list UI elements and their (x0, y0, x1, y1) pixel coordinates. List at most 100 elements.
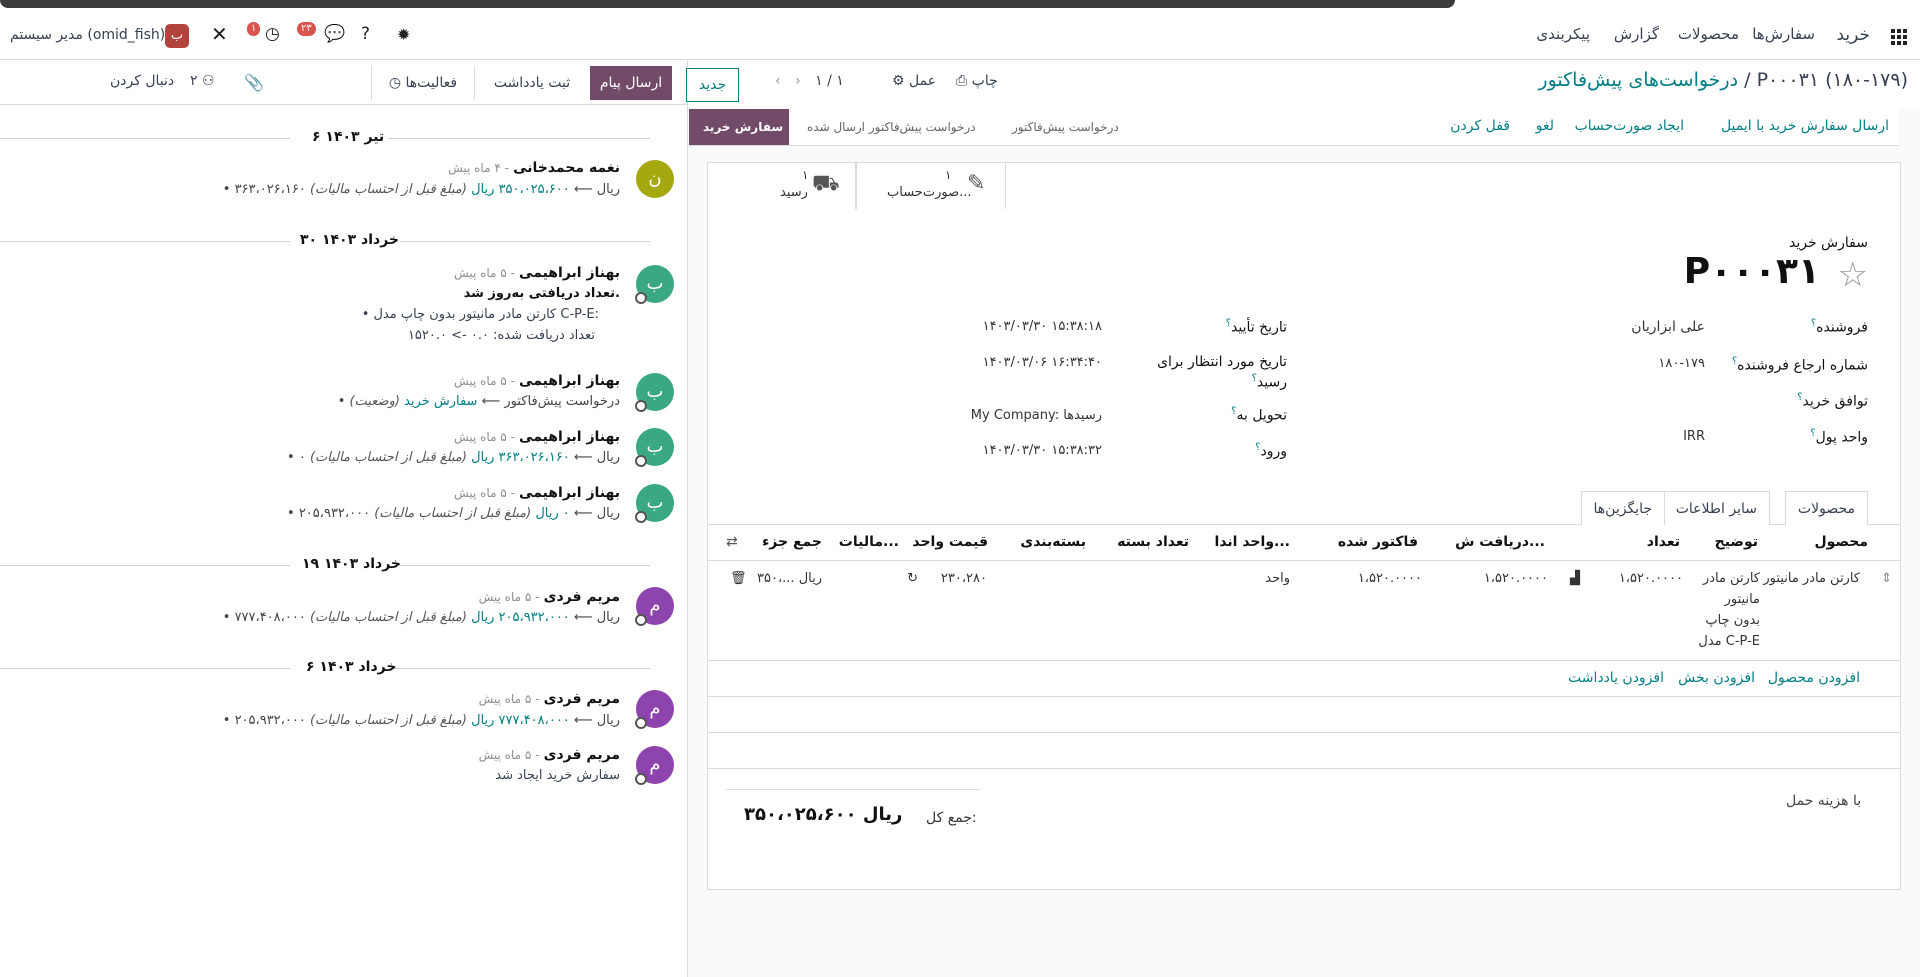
terms-text[interactable]: با هزینه حمل (1786, 793, 1861, 809)
col-taxes[interactable]: مالیات... (839, 534, 899, 550)
stage-purchase-order[interactable]: سفارش خرید (689, 109, 789, 145)
send-message-button[interactable]: ارسال پیام (590, 66, 672, 100)
author-name[interactable]: مریم فردی (544, 691, 620, 707)
line-uom[interactable]: واحد (1265, 571, 1290, 586)
menu-configuration[interactable]: پیکربندی (1536, 25, 1590, 43)
apps-menu-icon[interactable] (1891, 29, 1907, 45)
col-packaging-qty[interactable]: تعداد بسته (1117, 534, 1189, 550)
author-avatar[interactable]: ب (635, 428, 674, 467)
tools-icon[interactable]: ✕ (211, 22, 228, 46)
author-avatar[interactable]: م (635, 746, 674, 785)
confirm-date-value[interactable]: ۱۴۰۳/۰۳/۳۰ ۱۵:۳۸:۱۸ (983, 319, 1102, 334)
author-name[interactable]: بهناز ابراهیمی (519, 429, 620, 445)
print-button[interactable]: ⎙ چاپ (956, 73, 998, 89)
menu-reporting[interactable]: گزارش (1614, 25, 1659, 43)
message-bullet: • کارتن مادر مانیتور بدون چاپ مدل C-P-E: (361, 307, 599, 322)
expected-date-value[interactable]: ۱۴۰۳/۰۳/۰۶ ۱۶:۳۴:۴۰ (983, 355, 1102, 370)
author-avatar[interactable]: ب (635, 484, 674, 523)
message-time: - ۵ ماه پیش (454, 486, 515, 500)
author-name[interactable]: مریم فردی (544, 589, 620, 605)
optional-columns-icon[interactable]: ⇄ (726, 534, 738, 550)
menu-products[interactable]: محصولات (1678, 25, 1739, 43)
lock-button[interactable]: قفل کردن (1450, 118, 1510, 134)
clock-icon[interactable]: ◷ (265, 24, 280, 44)
author-avatar[interactable]: م (635, 587, 674, 626)
author-name[interactable]: نغمه محمدخانی (513, 160, 620, 176)
arrival-value[interactable]: ۱۴۰۳/۰۳/۳۰ ۱۵:۳۸:۳۲ (983, 443, 1102, 458)
new-button[interactable]: جدید (686, 68, 739, 102)
col-uom[interactable]: واحد اندا... (1215, 534, 1290, 550)
po-name: P۰۰۰۳۱ (1683, 251, 1820, 292)
help-icon[interactable]: ? (361, 24, 370, 44)
line-description-1[interactable]: کارتن مادر (1703, 571, 1760, 586)
vendor-ref-value[interactable]: ۱۸۰-۱۷۹ (1658, 356, 1705, 371)
add-note-link[interactable]: افزودن یادداشت (1568, 670, 1664, 686)
reset-icon[interactable]: ↻ (907, 571, 918, 586)
col-unit-price[interactable]: قیمت واحد (912, 534, 988, 550)
line-description-4[interactable]: مدل C-P-E (1698, 634, 1760, 649)
col-quantity[interactable]: تعداد (1647, 534, 1680, 550)
drag-handle-icon[interactable]: ⇕ (1881, 571, 1892, 586)
deliver-to-value[interactable]: My Company: رسیدها (971, 408, 1102, 423)
user-avatar[interactable]: ب (165, 24, 189, 48)
currency-value[interactable]: IRR (1683, 429, 1705, 444)
line-description-3[interactable]: بدون چاپ (1705, 613, 1760, 628)
chevron-left-icon[interactable]: ‹ (775, 73, 781, 89)
col-product[interactable]: محصول (1815, 534, 1868, 550)
receipts-smart-button[interactable]: ⛟ ۱ رسید (708, 163, 856, 209)
action-button[interactable]: ⚙ عمل (892, 73, 936, 89)
person-icon: ⚇ (201, 73, 215, 89)
add-section-link[interactable]: افزودن بخش (1678, 670, 1755, 686)
pager-value[interactable]: ۱ / ۱ (815, 73, 844, 89)
activities-badge: ۱ (247, 22, 261, 36)
col-packaging[interactable]: بسته‌بندی (1020, 534, 1086, 550)
user-name[interactable]: مدیر سیستم (omid_fish) (10, 27, 165, 43)
line-received[interactable]: ۱،۵۲۰.۰۰۰۰ (1484, 571, 1548, 586)
col-received[interactable]: دریافت ش... (1455, 534, 1545, 550)
line-quantity[interactable]: ۱،۵۲۰.۰۰۰۰ (1619, 571, 1683, 586)
bug-icon[interactable]: ✹ (397, 25, 410, 44)
breadcrumb-parent[interactable]: درخواست‌های پیش‌فاکتور (1538, 69, 1738, 91)
activities-button[interactable]: ◷ فعالیت‌ها (371, 66, 475, 100)
author-name[interactable]: بهناز ابراهیمی (519, 485, 620, 501)
line-description-2[interactable]: مانیتور (1725, 592, 1760, 607)
chat-icon[interactable]: 💬 (324, 24, 345, 44)
forecast-chart-icon[interactable]: ▟ (1570, 571, 1580, 586)
tab-other-info[interactable]: سایر اطلاعات (1662, 491, 1770, 525)
line-invoiced[interactable]: ۱،۵۲۰.۰۰۰۰ (1358, 571, 1422, 586)
create-bill-button[interactable]: ایجاد صورت‌حساب (1575, 118, 1684, 134)
line-subtotal: ۳۵۰،... ریال (757, 571, 822, 586)
stage-rfq[interactable]: درخواست پیش‌فاکتور (998, 109, 1133, 145)
followers-button[interactable]: ۲ ⚇ (190, 73, 215, 89)
author-name[interactable]: بهناز ابراهیمی (519, 373, 620, 389)
vendor-value[interactable]: علی ابزاریان (1631, 319, 1705, 335)
author-avatar[interactable]: ب (635, 265, 674, 304)
author-avatar[interactable]: م (635, 690, 674, 729)
bills-smart-button[interactable]: ✎ ۱ صورت‌حساب... (856, 163, 1006, 209)
app-name[interactable]: خرید (1836, 25, 1870, 45)
trash-icon[interactable]: 🗑 (730, 571, 747, 586)
col-subtotal[interactable]: جمع جزء (762, 534, 822, 550)
add-product-link[interactable]: افزودن محصول (1768, 670, 1860, 686)
log-note-button[interactable]: ثبت یادداشت (477, 66, 587, 100)
author-name[interactable]: مریم فردی (544, 747, 620, 763)
tab-alternatives[interactable]: جایگزین‌ها (1580, 491, 1665, 525)
col-description[interactable]: توضیح (1715, 534, 1758, 550)
author-avatar[interactable]: ن (636, 160, 674, 198)
send-po-email-button[interactable]: ارسال سفارش خرید با ایمیل (1721, 118, 1889, 134)
line-unit-price[interactable]: ۲۳۰،۲۸۰ (941, 571, 987, 586)
line-product[interactable]: کارتن مادر مانیتور (1763, 571, 1860, 586)
follow-button[interactable]: دنبال کردن (110, 73, 174, 89)
star-icon[interactable]: ☆ (1838, 255, 1868, 295)
tab-products[interactable]: محصولات (1784, 491, 1868, 526)
stage-rfq-sent[interactable]: درخواست پیش‌فاکتور ارسال شده (793, 109, 990, 145)
menu-orders[interactable]: سفارش‌ها (1752, 25, 1815, 43)
order-line-row[interactable]: ⇕ کارتن مادر مانیتور کارتن مادر مانیتور … (708, 561, 1900, 661)
author-name[interactable]: بهناز ابراهیمی (519, 265, 620, 281)
col-invoiced[interactable]: فاکتور شده (1338, 534, 1418, 550)
chevron-right-icon[interactable]: › (795, 73, 801, 89)
author-avatar[interactable]: ب (635, 373, 674, 412)
paperclip-icon[interactable]: 📎 (244, 73, 264, 92)
cancel-button[interactable]: لغو (1536, 118, 1554, 134)
deliver-to-label: تحویل به؟ (1231, 406, 1287, 424)
